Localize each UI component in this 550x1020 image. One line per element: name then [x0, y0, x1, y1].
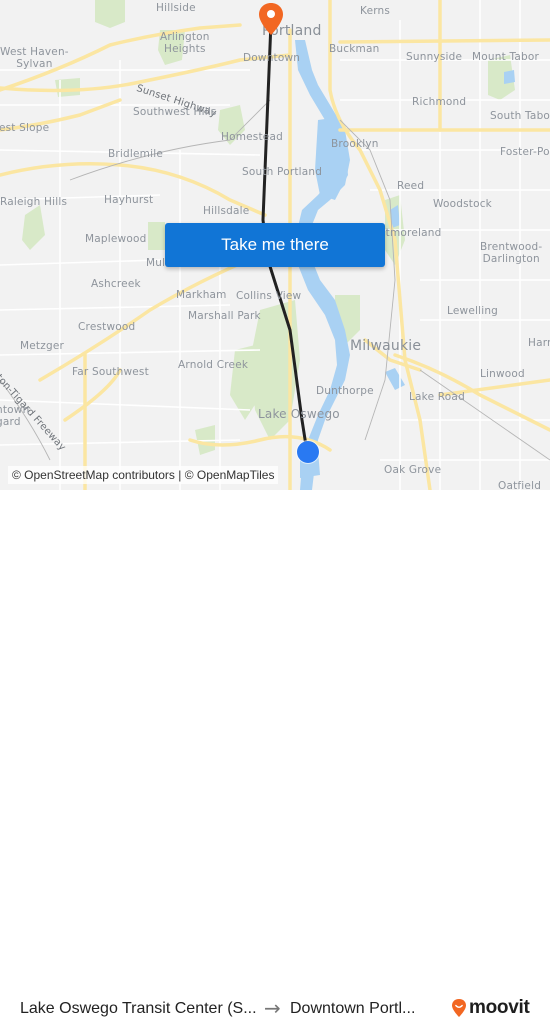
- map-label-ashcreek: Ashcreek: [91, 278, 141, 290]
- map-label-milwaukie: Milwaukie: [350, 338, 422, 354]
- map-label-south-portland: South Portland: [242, 166, 323, 178]
- map-label-multnomah: Mul: [146, 257, 166, 269]
- map-label-arnold-creek: Arnold Creek: [178, 359, 249, 371]
- map-label-metzger: Metzger: [20, 340, 64, 352]
- map-label-harmony: Harr: [528, 337, 550, 349]
- map-label-southwest-hills: Southwest Hills: [133, 106, 217, 118]
- map-label-bridlemile: Bridlemile: [108, 148, 164, 160]
- map-label-homestead: Homestead: [221, 131, 283, 143]
- map-label-collins-view: Collins View: [236, 290, 302, 302]
- map-label-brooklyn: Brooklyn: [331, 138, 379, 150]
- map-label-mount-tabor: Mount Tabor: [472, 51, 539, 63]
- map-label-linwood: Linwood: [480, 368, 525, 380]
- map-label-crestwood: Crestwood: [78, 321, 136, 333]
- map-label-lewelling: Lewelling: [447, 305, 499, 317]
- map-label-oak-grove: Oak Grove: [384, 464, 442, 476]
- map-label-woodstock: Woodstock: [433, 198, 492, 210]
- map-label-lake-road: Lake Road: [409, 391, 465, 403]
- map-label-downtown-tigard: ntown gard: [0, 404, 30, 428]
- map-label-richmond: Richmond: [412, 96, 467, 108]
- map-label-brentwood-darlington: Brentwood- Darlington: [480, 241, 543, 265]
- map-label-downtown: Downtown: [243, 52, 301, 64]
- map-label-west-haven-sylvan: West Haven- Sylvan: [0, 46, 69, 70]
- map-attribution[interactable]: © OpenStreetMap contributors | © OpenMap…: [8, 466, 279, 484]
- map-label-far-southwest: Far Southwest: [72, 366, 149, 378]
- map-label-west-slope: West Slope: [0, 122, 50, 134]
- map-label-foster-powell: Foster-Powell: [500, 146, 550, 158]
- moovit-wordmark: moovit: [469, 997, 530, 1018]
- map-label-lake-oswego: Lake Oswego: [258, 407, 340, 421]
- origin-dot-icon[interactable]: [297, 441, 319, 463]
- moovit-pin-icon: [452, 999, 466, 1017]
- arrow-right-icon: →: [264, 996, 281, 1020]
- moovit-logo[interactable]: moovit: [451, 997, 530, 1019]
- map-label-kerns: Kerns: [360, 5, 391, 17]
- map-label-buckman: Buckman: [329, 43, 380, 55]
- map-label-sunnyside: Sunnyside: [406, 51, 463, 63]
- map-label-oatfield: Oatfield: [498, 480, 542, 490]
- map-label-hayhurst: Hayhurst: [104, 194, 154, 206]
- map-label-arlington-heights: Arlington Heights: [160, 31, 210, 55]
- map-label-hillsdale: Hillsdale: [203, 205, 250, 217]
- map-label-reed: Reed: [397, 180, 425, 192]
- origin-label: Lake Oswego Transit Center (S...: [20, 1000, 257, 1017]
- map-label-markham: Markham: [176, 289, 227, 301]
- map-label-eastmoreland: stmoreland: [380, 227, 442, 239]
- map-label-dunthorpe: Dunthorpe: [316, 385, 374, 397]
- route-footer: Lake Oswego Transit Center (S... → Downt…: [0, 490, 550, 1020]
- map-label-marshall-park: Marshall Park: [188, 310, 261, 322]
- destination-pin-icon[interactable]: [258, 2, 284, 36]
- map[interactable]: Hillside Arlington Heights West Haven- S…: [0, 0, 550, 490]
- take-me-there-button[interactable]: Take me there: [165, 223, 385, 267]
- map-label-hillside: Hillside: [156, 2, 196, 14]
- map-label-maplewood: Maplewood: [85, 233, 147, 245]
- map-label-raleigh-hills: Raleigh Hills: [0, 196, 68, 208]
- map-label-south-tabor: South Tabor: [490, 110, 550, 122]
- destination-label: Downtown Portl...: [290, 1000, 416, 1017]
